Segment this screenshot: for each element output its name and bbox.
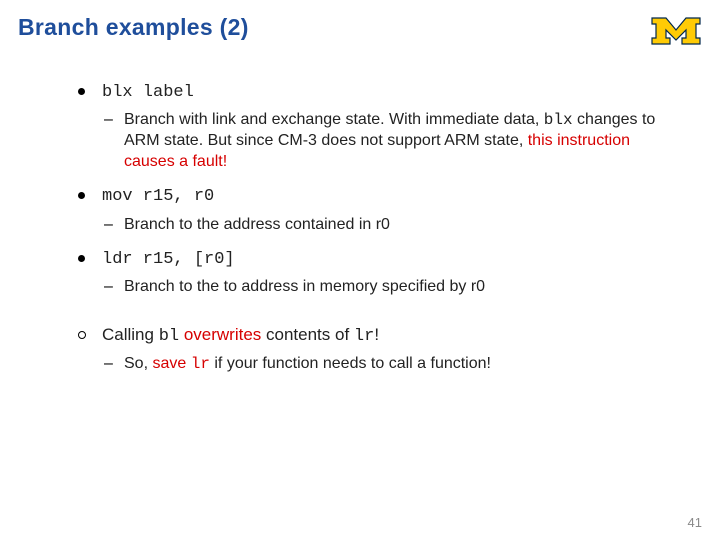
code-blx: blx label (102, 83, 194, 102)
bullet-calling: Calling bl overwrites contents of lr! So… (78, 324, 670, 375)
bullet-ldr: ldr r15, [r0] Branch to the to address i… (78, 247, 670, 298)
page-number: 41 (688, 515, 702, 530)
code-inline: bl (159, 327, 179, 346)
text: ! (374, 325, 379, 344)
text: Calling (102, 325, 159, 344)
code-inline: blx (544, 111, 573, 129)
desc-ldr: Branch to the to address in memory speci… (102, 277, 670, 298)
bullet-mov: mov r15, r0 Branch to the address contai… (78, 184, 670, 235)
code-inline: lr (191, 355, 210, 373)
slide-title: Branch examples (2) (18, 14, 249, 41)
emph: save (152, 355, 190, 372)
emph: overwrites (179, 325, 261, 344)
text: if your function needs to call a functio… (210, 355, 491, 372)
text: Branch with link and exchange state. Wit… (124, 111, 544, 128)
slide-body: blx label Branch with link and exchange … (78, 80, 670, 387)
desc-mov: Branch to the address contained in r0 (102, 215, 670, 236)
code-mov: mov r15, r0 (102, 187, 214, 206)
bullet-blx: blx label Branch with link and exchange … (78, 80, 670, 172)
umich-logo (650, 14, 702, 48)
text: So, (124, 355, 152, 372)
desc-calling: So, save lr if your function needs to ca… (102, 354, 670, 375)
text: contents of (261, 325, 354, 344)
code-inline: lr (354, 327, 374, 346)
code-ldr: ldr r15, [r0] (102, 250, 235, 269)
desc-blx: Branch with link and exchange state. Wit… (102, 110, 670, 172)
